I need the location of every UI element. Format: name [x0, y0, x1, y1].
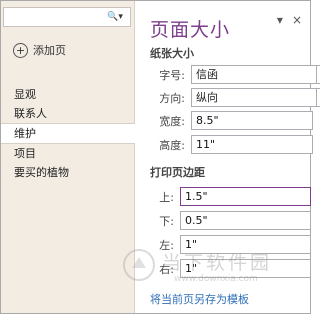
add-page-label: 添加页: [33, 44, 66, 57]
chevron-down-icon[interactable]: ▾: [277, 13, 283, 27]
page-item-0[interactable]: 显观: [1, 85, 134, 104]
add-page-button[interactable]: + 添加页: [13, 42, 66, 58]
paper-size-heading: 纸张大小: [150, 47, 194, 60]
size-value: 信函: [196, 68, 218, 81]
right-margin-row: 右: 1": [150, 259, 311, 278]
size-select[interactable]: 信函 ▼: [191, 65, 320, 84]
orientation-row: 方向: 纵向 ▼: [150, 88, 320, 107]
bottom-margin-label: 下:: [159, 214, 174, 228]
top-margin-row: 上: 1.5": [150, 187, 311, 206]
top-margin-label: 上:: [159, 190, 174, 204]
search-box[interactable]: 🔍 ▾: [3, 7, 131, 27]
orientation-value: 纵向: [196, 91, 218, 104]
page-item-1[interactable]: 联系人: [1, 104, 134, 123]
dropdown-arrow-icon[interactable]: ▼: [316, 66, 320, 83]
height-field[interactable]: 11": [191, 135, 313, 154]
width-row: 宽度: 8.5": [150, 111, 313, 130]
height-row: 高度: 11": [150, 135, 313, 154]
page-nav-panel: 🔍 ▾ + 添加页 显观 联系人 维护 项目 要买的植物: [1, 1, 135, 313]
dropdown-arrow-icon[interactable]: ▼: [316, 89, 320, 106]
search-icon: 🔍: [107, 12, 119, 22]
plus-icon: +: [13, 42, 28, 58]
left-margin-field[interactable]: 1": [180, 235, 311, 254]
right-margin-field[interactable]: 1": [180, 259, 311, 278]
search-button[interactable]: 🔍 ▾: [102, 9, 128, 25]
page-item-4[interactable]: 要买的植物: [1, 163, 134, 182]
width-field[interactable]: 8.5": [191, 111, 313, 130]
pane-title: 页面大小: [150, 19, 231, 41]
orientation-select[interactable]: 纵向 ▼: [191, 88, 320, 107]
close-icon[interactable]: ×: [292, 13, 302, 27]
size-row: 字号: 信函 ▼: [150, 65, 320, 84]
chevron-down-icon: ▾: [118, 12, 123, 22]
page-list: 显观 联系人 维护 项目 要买的植物: [1, 85, 135, 182]
height-label: 高度:: [159, 138, 185, 152]
orientation-label: 方向:: [159, 91, 185, 105]
top-margin-field[interactable]: 1.5": [180, 187, 311, 206]
page-setup-pane: 页面大小 ▾ × 纸张大小 字号: 信函 ▼ 方向: 纵向 ▼ 宽度: 8.5"…: [136, 1, 320, 313]
bottom-margin-field[interactable]: 0.5": [180, 211, 311, 230]
width-label: 宽度:: [159, 114, 185, 128]
save-as-template-link[interactable]: 将当前页另存为模板: [150, 291, 249, 307]
left-margin-row: 左: 1": [150, 235, 311, 254]
size-label: 字号:: [159, 68, 185, 82]
pane-controls: ▾ ×: [277, 13, 302, 27]
bottom-margin-row: 下: 0.5": [150, 211, 311, 230]
left-margin-label: 左:: [159, 238, 174, 252]
page-item-3[interactable]: 项目: [1, 144, 134, 163]
print-margins-heading: 打印页边距: [150, 166, 205, 179]
page-item-2[interactable]: 维护: [1, 123, 135, 144]
right-margin-label: 右:: [159, 262, 174, 276]
